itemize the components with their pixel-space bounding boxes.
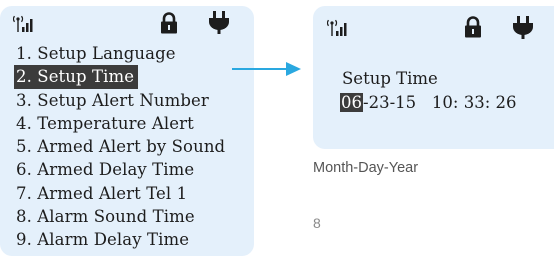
setup-time-title: Setup Time <box>342 69 438 88</box>
lock-icon <box>465 16 481 38</box>
menu-item-armed-delay-time[interactable]: 6. Armed Delay Time <box>14 158 229 181</box>
settings-menu: 1. Setup Language 2. Setup Time 3. Setup… <box>14 42 229 252</box>
menu-item-temperature-alert[interactable]: 4. Temperature Alert <box>14 112 229 135</box>
time-field: 10: 33: 26 <box>431 93 517 112</box>
date-format-caption: Month-Day-Year <box>313 160 419 176</box>
page-number: 8 <box>313 215 321 231</box>
menu-item-armed-alert-by-sound[interactable]: 5. Armed Alert by Sound <box>14 135 229 158</box>
menu-item-armed-alert-tel-1[interactable]: 7. Armed Alert Tel 1 <box>14 182 229 205</box>
menu-item-setup-time[interactable]: 2. Setup Time <box>14 65 139 89</box>
month-field[interactable]: 06 <box>340 93 363 112</box>
menu-item-setup-language[interactable]: 1. Setup Language <box>14 42 229 65</box>
datetime-display: 06-23-15 10: 33: 26 <box>340 93 517 112</box>
power-plug-icon <box>513 16 533 39</box>
lock-icon <box>161 12 177 34</box>
arrow-right-icon <box>232 62 301 76</box>
signal-icon <box>327 19 347 36</box>
signal-icon <box>13 15 33 32</box>
menu-item-alarm-delay-time[interactable]: 9. Alarm Delay Time <box>14 228 229 251</box>
day-year-field: -23-15 <box>363 93 417 112</box>
menu-item-alarm-sound-time[interactable]: 8. Alarm Sound Time <box>14 205 229 228</box>
power-plug-icon <box>209 11 229 34</box>
menu-item-setup-alert-number[interactable]: 3. Setup Alert Number <box>14 89 229 112</box>
